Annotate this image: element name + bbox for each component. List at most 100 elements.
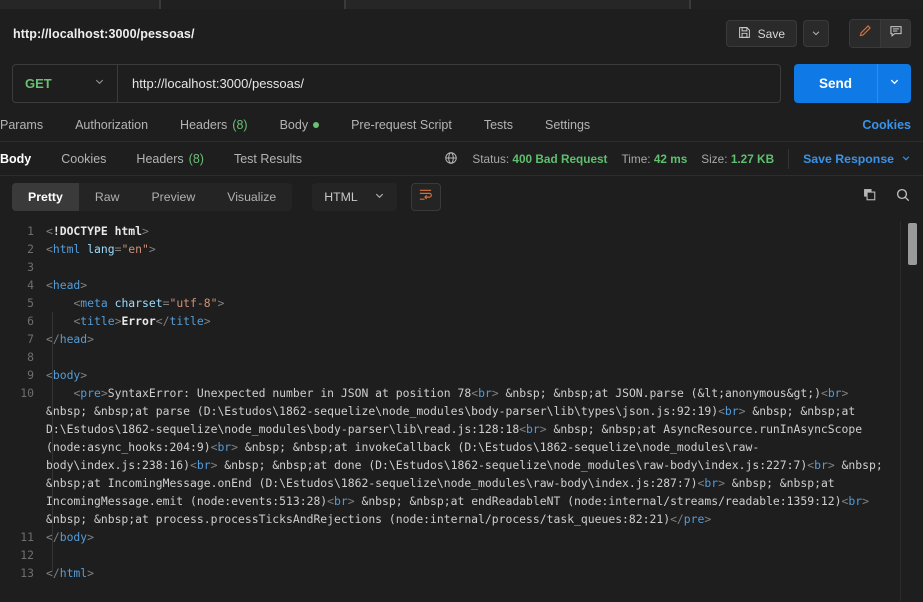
body-modified-dot-icon — [313, 121, 320, 128]
tab-body[interactable]: Body — [264, 108, 336, 141]
floppy-disk-icon — [738, 26, 751, 42]
response-tab-cookies[interactable]: Cookies — [46, 143, 121, 175]
tab-label: Cookies — [61, 152, 107, 166]
tab-label: Authorization — [75, 117, 149, 132]
response-body-viewer[interactable]: 1 <!DOCTYPE html> 2 <html lang="en"> 3 4… — [0, 217, 923, 602]
cookies-link[interactable]: Cookies — [862, 118, 911, 132]
chevron-down-icon — [889, 74, 900, 92]
tab-badge: (8) — [188, 152, 204, 166]
http-method-selector[interactable]: GET — [13, 64, 118, 102]
tab-label: Settings — [545, 117, 591, 132]
status-label: Status: — [472, 152, 510, 166]
code-line: 11 </body> — [0, 528, 923, 546]
tab-tests[interactable]: Tests — [468, 108, 529, 141]
code-line: 1 <!DOCTYPE html> — [0, 222, 923, 240]
line-content: </body> — [46, 530, 95, 544]
tab-strip-segment[interactable] — [0, 0, 160, 9]
search-icon — [895, 187, 911, 208]
view-mode-visualize[interactable]: Visualize — [211, 183, 292, 211]
indent-guide — [52, 312, 53, 384]
line-number: 1 — [27, 224, 34, 238]
save-response-button[interactable]: Save Response — [788, 149, 911, 169]
send-button-group: Send — [793, 63, 911, 103]
line-content: <body> — [46, 368, 88, 382]
viewer-actions — [862, 187, 911, 208]
line-number: 8 — [27, 350, 34, 364]
save-button[interactable]: Save — [725, 20, 797, 47]
code-scrollbar[interactable] — [900, 221, 917, 601]
url-input[interactable] — [118, 64, 780, 102]
tab-label: Params — [0, 117, 44, 132]
line-content: <html lang="en"> — [46, 242, 156, 256]
tab-strip-segment[interactable] — [690, 0, 923, 9]
response-format-value: HTML — [324, 190, 358, 204]
send-button[interactable]: Send — [793, 63, 877, 103]
code-line: 4 <head> — [0, 276, 923, 294]
code-line: 10 <pre>SyntaxError: Unexpected number i… — [0, 384, 923, 528]
size-label: Size: — [701, 152, 728, 166]
code-line: 12 — [0, 546, 923, 564]
tab-label: Test Results — [233, 152, 303, 166]
response-tab-test-results[interactable]: Test Results — [219, 143, 317, 175]
response-format-selector[interactable]: HTML — [312, 183, 397, 211]
copy-icon — [862, 187, 877, 207]
save-options-button[interactable] — [803, 20, 829, 47]
tab-params[interactable]: Params — [0, 108, 59, 141]
line-content: </head> — [46, 332, 95, 346]
code-block: 1 <!DOCTYPE html> 2 <html lang="en"> 3 4… — [0, 217, 923, 582]
line-number: 10 — [20, 386, 34, 400]
window-tab-strip — [0, 0, 923, 9]
view-mode-pretty[interactable]: Pretty — [12, 183, 79, 211]
line-content: <!DOCTYPE html> — [46, 224, 149, 238]
word-wrap-icon — [418, 187, 433, 207]
chevron-down-icon — [94, 74, 105, 92]
tab-badge: (8) — [232, 117, 248, 132]
header-actions: Save — [725, 19, 911, 48]
tab-label: Pre-request Script — [351, 117, 452, 132]
line-number: 2 — [27, 242, 34, 256]
tab-label: Headers — [136, 152, 184, 166]
word-wrap-button[interactable] — [410, 183, 441, 211]
globe-icon — [444, 151, 458, 168]
tab-authorization[interactable]: Authorization — [59, 108, 164, 141]
comments-button[interactable] — [880, 20, 910, 47]
view-mode-segments: Pretty Raw Preview Visualize — [12, 183, 293, 211]
tab-label: Headers — [180, 117, 228, 132]
tab-label: Body — [0, 152, 32, 166]
scrollbar-thumb[interactable] — [908, 223, 917, 265]
tab-pre-request-script[interactable]: Pre-request Script — [335, 108, 468, 141]
tab-headers[interactable]: Headers (8) — [164, 108, 264, 141]
line-number: 12 — [20, 548, 34, 562]
scrollbar-track — [900, 221, 901, 601]
line-content: <head> — [46, 278, 88, 292]
size-value: 1.27 KB — [730, 152, 775, 166]
tab-label: Tests — [483, 117, 513, 132]
line-number: 9 — [27, 368, 34, 382]
pencil-icon — [858, 24, 872, 43]
status-field: Status: 400 Bad Request — [472, 152, 607, 166]
line-content: </html> — [46, 566, 95, 580]
time-value: 42 ms — [653, 152, 688, 166]
search-button[interactable] — [895, 187, 911, 208]
tab-strip-segment[interactable] — [345, 0, 690, 9]
line-number: 4 — [27, 278, 34, 292]
edit-request-button[interactable] — [850, 20, 880, 47]
view-mode-preview[interactable]: Preview — [135, 183, 211, 211]
request-row: GET Send — [0, 60, 923, 106]
request-tab-bar: Params Authorization Headers (8) Body Pr… — [0, 108, 923, 142]
code-line: 7 </head> — [0, 330, 923, 348]
copy-button[interactable] — [862, 187, 877, 207]
indent-guide — [52, 384, 53, 570]
code-line: 3 — [0, 258, 923, 276]
view-mode-raw[interactable]: Raw — [79, 183, 136, 211]
line-number: 13 — [20, 566, 34, 580]
code-line: 13 </html> — [0, 564, 923, 582]
send-options-button[interactable] — [877, 63, 911, 103]
response-tab-body[interactable]: Body — [0, 143, 46, 175]
tab-settings[interactable]: Settings — [529, 108, 606, 141]
response-tab-headers[interactable]: Headers (8) — [121, 143, 219, 175]
tab-strip-segment[interactable] — [160, 0, 345, 9]
line-number: 7 — [27, 332, 34, 346]
time-label: Time: — [621, 152, 651, 166]
line-content: <meta charset="utf-8"> — [73, 296, 225, 310]
